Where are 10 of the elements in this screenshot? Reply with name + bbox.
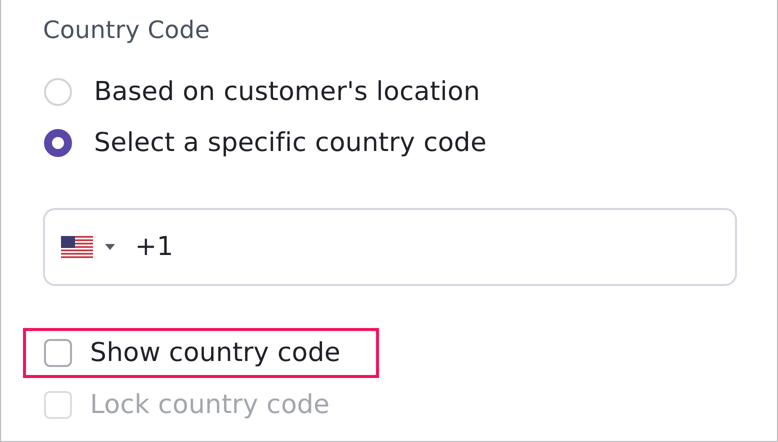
caret-icon[interactable] xyxy=(105,244,115,250)
section-title: Country Code xyxy=(43,15,211,46)
radio-label[interactable]: Select a specific country code xyxy=(94,128,487,158)
checkbox[interactable] xyxy=(44,339,72,367)
radio-button[interactable] xyxy=(44,128,72,156)
radio-label[interactable]: Based on customer's location xyxy=(94,76,480,106)
country-code-value: +1 xyxy=(135,232,174,262)
phone-code-field[interactable]: +1 xyxy=(43,208,737,286)
flag-icon xyxy=(61,236,93,258)
checkbox-label[interactable]: Show country code xyxy=(90,338,341,368)
